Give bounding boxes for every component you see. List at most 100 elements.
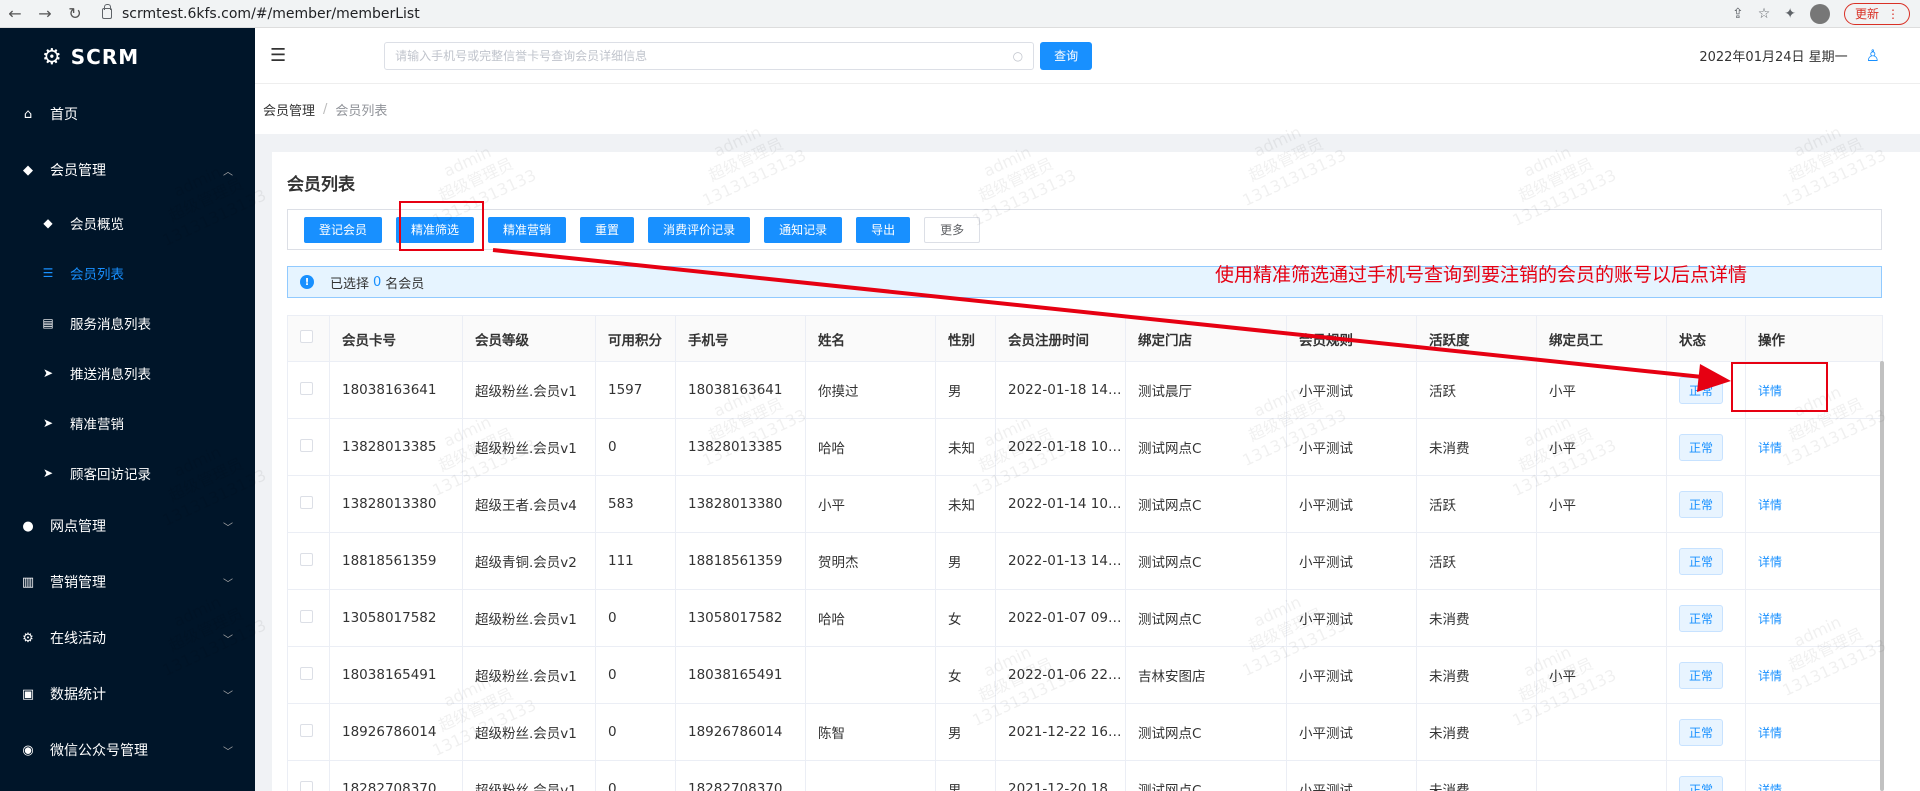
reset-button[interactable]: 重置 — [580, 216, 635, 243]
profile-avatar[interactable] — [1809, 3, 1830, 24]
row-select-cell — [287, 475, 330, 533]
row-select-cell — [287, 418, 330, 476]
sidebar-item-marketing-management[interactable]: ▥ 营销管理 ﹀ — [0, 554, 255, 610]
detail-link[interactable]: 详情 — [1758, 669, 1782, 683]
detail-link[interactable]: 详情 — [1758, 726, 1782, 740]
status-badge: 正常 — [1679, 775, 1724, 791]
row-checkbox[interactable] — [300, 666, 313, 680]
cell-points: 1597 — [595, 361, 676, 419]
row-checkbox[interactable] — [300, 381, 313, 395]
select-all-cell — [287, 315, 330, 362]
precise-marketing-button[interactable]: 精准营销 — [488, 216, 567, 243]
detail-link[interactable]: 详情 — [1758, 441, 1782, 455]
cell-points: 0 — [595, 760, 676, 791]
table-scrollbar[interactable] — [1880, 361, 1884, 791]
search-button[interactable]: 查询 — [1040, 41, 1093, 70]
row-checkbox[interactable] — [300, 780, 313, 791]
cell-register-time: 2022-01-06 22:... — [995, 646, 1126, 704]
breadcrumb: 会员管理 / 会员列表 — [255, 84, 1920, 134]
share-icon[interactable]: ⇪ — [1732, 6, 1744, 22]
consumption-review-button[interactable]: 消费评价记录 — [648, 216, 751, 243]
more-button[interactable]: 更多 — [924, 216, 981, 243]
column-header[interactable]: 活跃度 — [1416, 315, 1537, 362]
breadcrumb-separator: / — [323, 101, 328, 117]
logo-text: SCRM — [70, 45, 140, 69]
search-icon[interactable]: ○ — [1013, 49, 1023, 63]
cell-activity: 活跃 — [1416, 475, 1537, 533]
sidebar-item-precise-marketing[interactable]: ➤ 精准营销 — [0, 398, 255, 448]
send-icon: ➤ — [42, 416, 54, 430]
cell-member-rule: 小平测试 — [1286, 361, 1417, 419]
cell-name: 贺明杰 — [805, 532, 936, 590]
column-header[interactable]: 会员卡号 — [329, 315, 463, 362]
cell-gender: 男 — [935, 532, 996, 590]
cell-employee — [1536, 532, 1667, 590]
cell-member-level: 超级粉丝.会员v1 — [462, 646, 596, 704]
table-row: 18038163641 超级粉丝.会员v1 1597 18038163641 你摸过男 2… — [287, 361, 1883, 419]
column-header[interactable]: 会员注册时间 — [995, 315, 1126, 362]
menu-fold-icon[interactable]: ☰ — [270, 45, 286, 66]
detail-link[interactable]: 详情 — [1758, 384, 1782, 398]
select-all-checkbox[interactable] — [300, 330, 313, 343]
extension-icon[interactable]: ✦ — [1784, 6, 1796, 22]
forward-arrow-icon[interactable]: → — [30, 0, 60, 28]
column-header[interactable]: 性别 — [935, 315, 996, 362]
address-bar[interactable]: scrmtest.6kfs.com/#/member/memberList — [102, 4, 420, 22]
column-header[interactable]: 会员等级 — [462, 315, 596, 362]
sidebar-item-member-list[interactable]: ☰ 会员列表 — [0, 248, 255, 298]
cell-employee: 小平 — [1536, 418, 1667, 476]
detail-link[interactable]: 详情 — [1758, 612, 1782, 626]
cell-member-card-no: 18818561359 — [329, 532, 463, 590]
sidebar-item-member-overview[interactable]: ◆ 会员概览 — [0, 198, 255, 248]
column-header[interactable]: 绑定门店 — [1125, 315, 1287, 362]
status-badge: 正常 — [1679, 661, 1724, 689]
sidebar-item-online-activities[interactable]: ⚙ 在线活动 ﹀ — [0, 610, 255, 666]
column-header[interactable]: 可用积分 — [595, 315, 676, 362]
precise-filter-button[interactable]: 精准筛选 — [396, 216, 475, 243]
cell-gender: 女 — [935, 646, 996, 704]
register-member-button[interactable]: 登记会员 — [304, 216, 383, 243]
sidebar-item-push-messages[interactable]: ➤ 推送消息列表 — [0, 348, 255, 398]
sidebar-item-member-management[interactable]: ◆ 会员管理 ︿ — [0, 142, 255, 198]
column-header[interactable]: 姓名 — [805, 315, 936, 362]
sidebar-item-home[interactable]: ⌂ 首页 — [0, 86, 255, 142]
column-header[interactable]: 手机号 — [675, 315, 806, 362]
back-arrow-icon[interactable]: ← — [0, 0, 30, 28]
sidebar-item-service-messages[interactable]: ▤ 服务消息列表 — [0, 298, 255, 348]
row-checkbox[interactable] — [300, 723, 313, 737]
sidebar-item-data-statistics[interactable]: ▣ 数据统计 ﹀ — [0, 666, 255, 722]
cell-status: 正常 — [1666, 532, 1746, 590]
column-header[interactable]: 状态 — [1666, 315, 1746, 362]
cell-action: 详情 — [1745, 532, 1883, 590]
row-checkbox[interactable] — [300, 438, 313, 452]
row-checkbox[interactable] — [300, 609, 313, 623]
reload-icon[interactable]: ↻ — [60, 0, 90, 28]
row-checkbox[interactable] — [300, 552, 313, 566]
column-header[interactable]: 绑定员工 — [1536, 315, 1667, 362]
cell-member-card-no: 18038163641 — [329, 361, 463, 419]
user-icon[interactable]: ♙ — [1866, 46, 1880, 65]
home-icon: ⌂ — [23, 106, 33, 122]
notification-records-button[interactable]: 通知记录 — [764, 216, 843, 243]
sidebar-item-wechat-management[interactable]: ◉ 微信公众号管理 ﹀ — [0, 722, 255, 778]
cell-points: 0 — [595, 418, 676, 476]
cell-store: 测试网点C — [1125, 475, 1287, 533]
cell-activity: 活跃 — [1416, 532, 1537, 590]
detail-link[interactable]: 详情 — [1758, 498, 1782, 512]
star-icon[interactable]: ☆ — [1758, 6, 1771, 22]
sidebar-item-customer-visits[interactable]: ➤ 顾客回访记录 — [0, 448, 255, 498]
detail-link[interactable]: 详情 — [1758, 555, 1782, 569]
export-button[interactable]: 导出 — [856, 216, 911, 243]
column-header[interactable]: 操作 — [1745, 315, 1883, 362]
column-header[interactable]: 会员规则 — [1286, 315, 1417, 362]
table-row: 18926786014 超级粉丝.会员v1 0 18926786014 陈智男 2021-… — [287, 703, 1883, 761]
breadcrumb-parent[interactable]: 会员管理 — [263, 100, 315, 119]
url-text: scrmtest.6kfs.com/#/member/memberList — [122, 5, 420, 22]
member-search-input[interactable] — [395, 48, 1013, 63]
logo[interactable]: ⚙ SCRM — [0, 28, 255, 86]
update-button[interactable]: 更新 ⋮ — [1843, 2, 1910, 25]
cell-employee — [1536, 703, 1667, 761]
sidebar-item-outlet-management[interactable]: ● 网点管理 ﹀ — [0, 498, 255, 554]
detail-link[interactable]: 详情 — [1758, 783, 1782, 791]
row-checkbox[interactable] — [300, 495, 313, 509]
